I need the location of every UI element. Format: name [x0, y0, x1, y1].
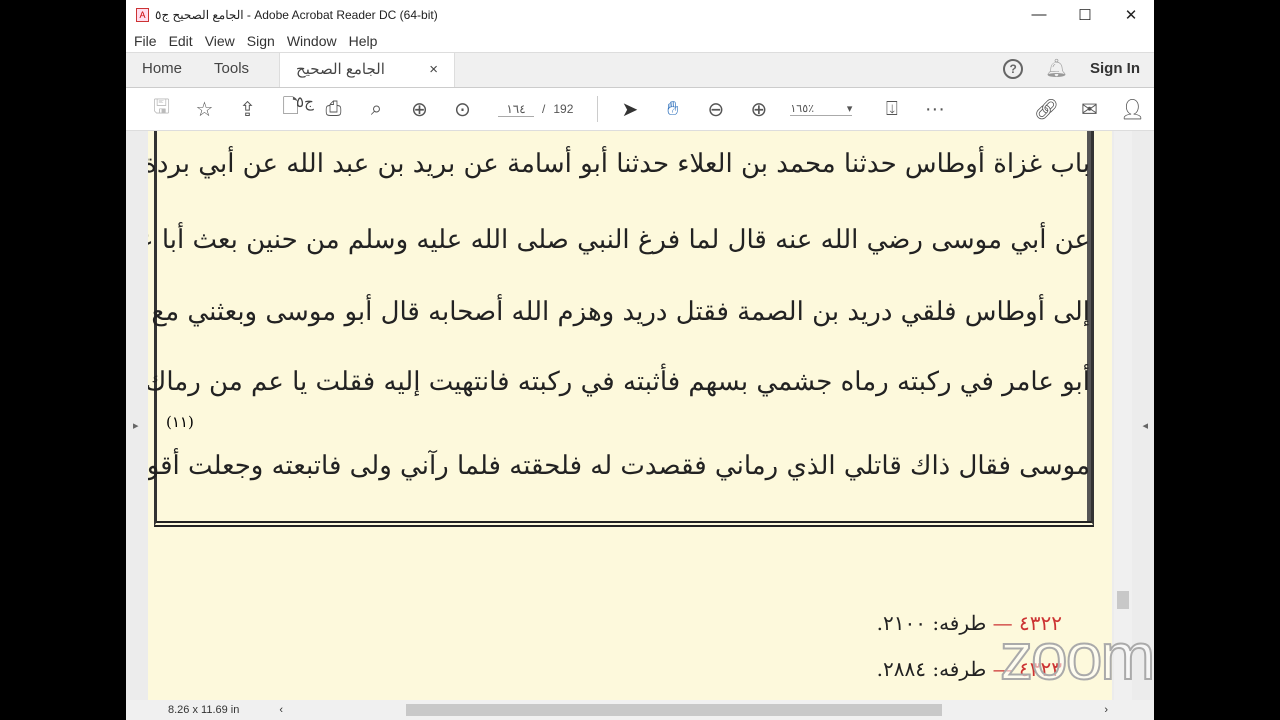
share-link-icon[interactable]: 🔗︎: [1025, 97, 1068, 122]
toolbar: 🖫 ☆ ⇪ 🗋 ⎙ ⌕ ⊕︎ ⊙ ١٦٤ / 192 ➤ ✋︎ ⊖ ⊕ ١٦٥٪…: [126, 88, 1154, 131]
page-navigator: ١٦٤ / 192: [498, 102, 573, 117]
pdf-page: باب غزاة أوطاس حدثنا محمد بن العلاء حدثن…: [148, 131, 1112, 700]
add-user-icon[interactable]: 👤︎: [1111, 97, 1154, 122]
title-bar: A الجامع الصحيح ج٥ - Adobe Acrobat Reade…: [126, 0, 1154, 30]
bookmark-star-icon[interactable]: ☆: [183, 97, 226, 122]
text-line-2: عن أبي موسى رضي الله عنه قال لما فرغ الن…: [148, 225, 1090, 255]
pdf-app-icon: A: [136, 8, 149, 22]
status-bar: 8.26 x 11.69 in ‹ ›: [126, 700, 1154, 720]
note-marker: (١١): [166, 413, 194, 431]
next-page-icon[interactable]: ⊙: [441, 97, 484, 122]
notifications-bell-icon[interactable]: 🔔︎: [1045, 58, 1068, 79]
close-button[interactable]: ✕: [1108, 6, 1154, 24]
zoom-level-select[interactable]: ١٦٥٪ ▾: [790, 102, 853, 116]
vertical-scrollbar[interactable]: [1114, 131, 1132, 700]
scroll-right-icon[interactable]: ›: [1104, 704, 1108, 716]
tab-tools[interactable]: Tools: [198, 52, 265, 87]
zoom-out-icon[interactable]: ⊖: [694, 97, 737, 122]
menu-window[interactable]: Window: [287, 33, 337, 49]
scrollbar-thumb[interactable]: [1117, 591, 1129, 609]
menu-sign[interactable]: Sign: [247, 33, 275, 49]
menu-view[interactable]: View: [205, 33, 235, 49]
right-panel-toggle-icon[interactable]: ◂: [1142, 419, 1148, 432]
left-panel-toggle-icon[interactable]: ▸: [133, 419, 139, 432]
minimize-button[interactable]: —: [1016, 6, 1062, 24]
print-icon[interactable]: ⎙: [312, 98, 355, 121]
help-icon[interactable]: ?: [1003, 58, 1024, 79]
select-cursor-icon[interactable]: ➤: [608, 97, 651, 122]
page-number-input[interactable]: ١٦٤: [498, 102, 534, 117]
menu-edit[interactable]: Edit: [169, 33, 193, 49]
scroll-left-icon[interactable]: ‹: [279, 704, 283, 716]
text-line-5: موسى فقال ذاك قاتلي الذي رماني فقصدت له …: [148, 451, 1090, 481]
fit-page-icon[interactable]: ⍗: [870, 98, 913, 121]
menu-file[interactable]: File: [134, 33, 157, 49]
acrobat-window: A الجامع الصحيح ج٥ - Adobe Acrobat Reade…: [126, 0, 1154, 720]
zoom-level-value: ١٦٥٪: [790, 103, 815, 115]
hand-tool-icon[interactable]: ✋︎: [651, 98, 694, 121]
page-total: 192: [553, 101, 574, 116]
window-title: الجامع الصحيح ج٥ - Adobe Acrobat Reader …: [155, 8, 438, 22]
email-icon[interactable]: ✉: [1068, 97, 1111, 122]
tab-document-label: الجامع الصحيح ج٥: [296, 61, 385, 111]
chevron-down-icon: ▾: [846, 103, 853, 115]
menu-help[interactable]: Help: [349, 33, 378, 49]
text-line-4: أبو عامر في ركبته رماه جشمي بسهم فأثبته …: [148, 367, 1090, 397]
zoom-search-icon[interactable]: ⌕: [355, 98, 398, 121]
toolbar-divider: [597, 96, 599, 122]
cloud-upload-icon[interactable]: ⇪: [226, 97, 269, 122]
tab-close-icon[interactable]: ×: [429, 53, 438, 87]
zoom-watermark-logo: zoom: [999, 618, 1156, 694]
page-separator: /: [542, 101, 546, 116]
page-size-label: 8.26 x 11.69 in: [168, 704, 240, 716]
zoom-in-icon[interactable]: ⊕: [737, 97, 780, 122]
sign-in-button[interactable]: Sign In: [1090, 60, 1140, 77]
tab-home[interactable]: Home: [126, 52, 198, 87]
text-line-1: باب غزاة أوطاس حدثنا محمد بن العلاء حدثن…: [148, 149, 1090, 179]
more-tools-icon[interactable]: ···: [913, 98, 956, 121]
horizontal-scrollbar-thumb[interactable]: [406, 704, 942, 716]
tab-bar: Home Tools الجامع الصحيح ج٥ × ? 🔔︎ Sign …: [126, 52, 1154, 111]
previous-page-icon[interactable]: ⊕︎: [398, 97, 441, 122]
maximize-button[interactable]: ☐: [1062, 6, 1108, 24]
document-viewport: ▸ باب غزاة أوطاس حدثنا محمد بن العلاء حد…: [126, 131, 1154, 700]
save-icon[interactable]: 🖫: [140, 92, 183, 126]
text-line-3: إلى أوطاس فلقي دريد بن الصمة فقتل دريد و…: [148, 297, 1090, 327]
menu-bar: File Edit View Sign Window Help: [126, 30, 1154, 52]
tab-document[interactable]: الجامع الصحيح ج٥ ×: [279, 52, 456, 111]
